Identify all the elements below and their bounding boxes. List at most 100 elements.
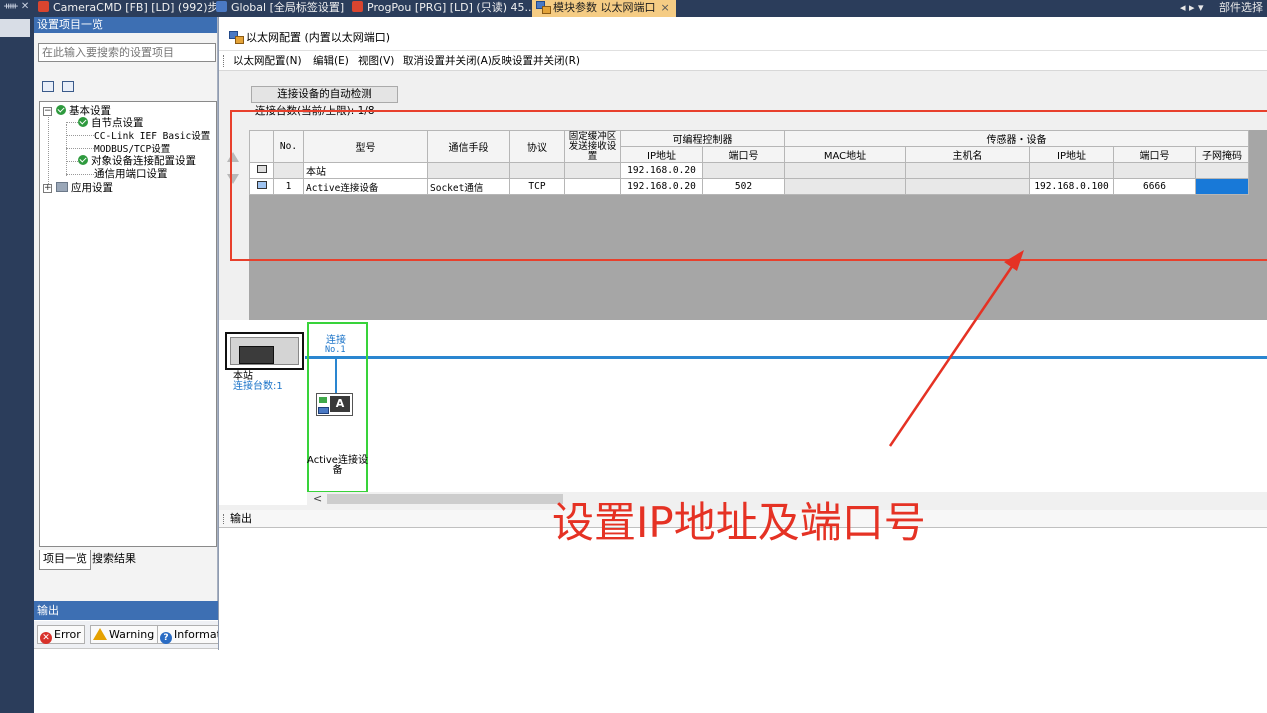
cell-comm-method — [427, 162, 510, 179]
active-device-icon[interactable]: A — [316, 393, 353, 416]
check-icon — [78, 155, 88, 165]
cell-plc-port — [702, 162, 785, 179]
menu-edit[interactable]: 编辑(E) — [313, 54, 349, 68]
tree-toolbar — [42, 81, 82, 95]
cell-no — [273, 162, 304, 179]
left-dock-gutter — [0, 17, 34, 713]
menu-bar: 以太网配置(N) 编辑(E) 视图(V) 取消设置并关闭(A) 反映设置并关闭(… — [219, 50, 1267, 71]
col-header-fixed-buffer: 固定缓冲区 发送接收设置 — [564, 130, 621, 163]
cell-comm-method[interactable]: Socket通信 — [427, 178, 510, 195]
menu-view[interactable]: 视图(V) — [358, 54, 394, 68]
col-header-comm-method: 通信手段 — [427, 130, 510, 163]
information-filter-button[interactable]: ? Informat — [157, 625, 225, 644]
network-config-icon — [536, 1, 551, 14]
cell-host-name — [905, 162, 1030, 179]
cell-fixed-buffer[interactable] — [564, 178, 621, 195]
col-header-model: 型号 — [303, 130, 428, 163]
tab-progpou[interactable]: ProgPou [PRG] [LD] (只读) 45... — [352, 0, 535, 17]
panel-tabs: 项目一览 搜索结果 — [39, 550, 217, 570]
col-header-plc-ip: IP地址 — [620, 146, 703, 163]
row-icon-cell — [249, 178, 274, 195]
table-row[interactable]: 本站 192.168.0.20 — [249, 162, 1249, 179]
annotation-caption: 设置IP地址及端口号 — [552, 498, 926, 547]
col-header-device-port: 端口号 — [1113, 146, 1196, 163]
station-connection-count: 连接台数:1 — [233, 381, 283, 392]
tree-item-comm-port[interactable]: 通信用端口设置 — [94, 168, 168, 181]
output-filter-bar: ✕ Error Warning ? Informat — [34, 621, 225, 649]
cell-host-name[interactable] — [905, 178, 1030, 195]
scroll-thumb[interactable] — [327, 494, 563, 504]
active-device-label: Active连接设备 — [307, 455, 368, 476]
cell-subnet-mask[interactable] — [1195, 178, 1249, 195]
tab-search-results[interactable]: 搜索结果 — [89, 550, 139, 570]
table-row[interactable]: 1 Active连接设备 Socket通信 TCP 192.168.0.20 5… — [249, 178, 1249, 195]
output-panel: 输出 ✕ Error Warning ? Informat — [34, 601, 225, 713]
col-header-host-name: 主机名 — [905, 146, 1030, 163]
collapse-all-icon[interactable] — [62, 81, 74, 92]
cell-device-port — [1113, 162, 1196, 179]
cell-plc-ip: 192.168.0.20 — [620, 162, 703, 179]
cell-device-ip[interactable]: 192.168.0.100 — [1029, 178, 1114, 195]
menu-apply-close[interactable]: 反映设置并关闭(R) — [491, 54, 580, 68]
tab-close-icon[interactable]: × — [661, 1, 670, 14]
setting-tree: − 基本设置 自节点设置 CC-Link IEF Basic设置 MODBUS/… — [39, 101, 217, 547]
cell-mac[interactable] — [784, 178, 906, 195]
cell-device-port[interactable]: 6666 — [1113, 178, 1196, 195]
connection-count-label: 连接台数(当前/上限): 1/8 — [255, 105, 375, 117]
output-title: 输出 — [34, 601, 218, 620]
document-tab-strip: ᚔ ✕ CameraCMD [FB] [LD] (992)步 Global [全… — [0, 0, 1267, 17]
tree-expand-toggle[interactable]: + — [43, 184, 52, 193]
warning-filter-button[interactable]: Warning — [90, 625, 159, 644]
setting-items-panel: 设置项目一览 − 基本设置 自节点设置 CC-Link IEF Basic设置 … — [34, 17, 218, 601]
connection-table-area: No. 型号 通信手段 协议 固定缓冲区 发送接收设置 可编程控制器 传感器・设备… — [249, 130, 1267, 320]
cell-fixed-buffer — [564, 162, 621, 179]
window-titlebar: 以太网配置 (内置以太网端口) — [219, 17, 1267, 50]
error-filter-button[interactable]: ✕ Error — [37, 625, 85, 644]
connection-table: No. 型号 通信手段 协议 固定缓冲区 发送接收设置 可编程控制器 传感器・设备… — [249, 130, 1249, 195]
table-icon — [216, 1, 227, 12]
ladder-icon — [352, 1, 363, 12]
tree-collapse-toggle[interactable]: − — [43, 107, 52, 116]
auto-detect-button[interactable]: 连接设备的自动检测 — [251, 86, 398, 103]
tree-item-application-settings[interactable]: 应用设置 — [56, 182, 113, 195]
tab-scroll-arrows[interactable]: ◂ ▸ ▾ — [1180, 0, 1204, 17]
tree-item-target-device-connection[interactable]: 对象设备连接配置设置 — [78, 155, 196, 168]
tab-cameracmd[interactable]: CameraCMD [FB] [LD] (992)步 — [38, 0, 219, 17]
cell-plc-ip[interactable]: 192.168.0.20 — [620, 178, 703, 195]
pin-close-icon[interactable]: ᚔ ✕ — [4, 1, 29, 12]
tree-item-own-node[interactable]: 自节点设置 — [78, 117, 144, 130]
gutter-tab[interactable] — [0, 19, 30, 37]
cell-no[interactable]: 1 — [273, 178, 304, 195]
menu-ethernet-config[interactable]: 以太网配置(N) — [233, 54, 302, 68]
cell-model[interactable]: Active连接设备 — [303, 178, 428, 195]
tab-global-labels[interactable]: Global [全局标签设置] — [216, 0, 344, 17]
plc-icon — [256, 165, 267, 173]
check-icon — [78, 117, 88, 127]
cell-protocol[interactable]: TCP — [509, 178, 565, 195]
cell-model: 本站 — [303, 162, 428, 179]
connection-number: No.1 — [325, 345, 346, 355]
error-icon: ✕ — [40, 632, 52, 644]
col-header-plc-port: 端口号 — [702, 146, 785, 163]
tab-item-list[interactable]: 项目一览 — [39, 550, 91, 570]
cell-plc-port[interactable]: 502 — [702, 178, 785, 195]
tree-item-cclink-ief-basic[interactable]: CC-Link IEF Basic设置 — [94, 130, 210, 143]
move-up-icon[interactable] — [227, 152, 239, 162]
cell-mac — [784, 162, 906, 179]
col-header-mac: MAC地址 — [784, 146, 906, 163]
check-icon — [56, 105, 66, 115]
setting-search-input[interactable] — [38, 43, 216, 62]
own-station-icon[interactable] — [225, 332, 304, 370]
scroll-left-icon[interactable]: < — [313, 492, 322, 505]
menu-cancel-close[interactable]: 取消设置并关闭(A) — [403, 54, 492, 68]
cell-protocol — [509, 162, 565, 179]
menu-grip — [223, 55, 225, 67]
ethernet-bus-line — [305, 356, 1267, 359]
tab-module-params-ethernet[interactable]: 模块参数 以太网端口 × — [532, 0, 676, 17]
move-down-icon[interactable] — [227, 174, 239, 184]
col-header-no: No. — [273, 130, 304, 163]
info-icon: ? — [160, 632, 172, 644]
panel-title: 设置项目一览 — [34, 17, 217, 33]
network-diagram: 本站 连接台数:1 连接 No.1 A Active连接设备 < — [219, 320, 1267, 506]
expand-all-icon[interactable] — [42, 81, 54, 92]
